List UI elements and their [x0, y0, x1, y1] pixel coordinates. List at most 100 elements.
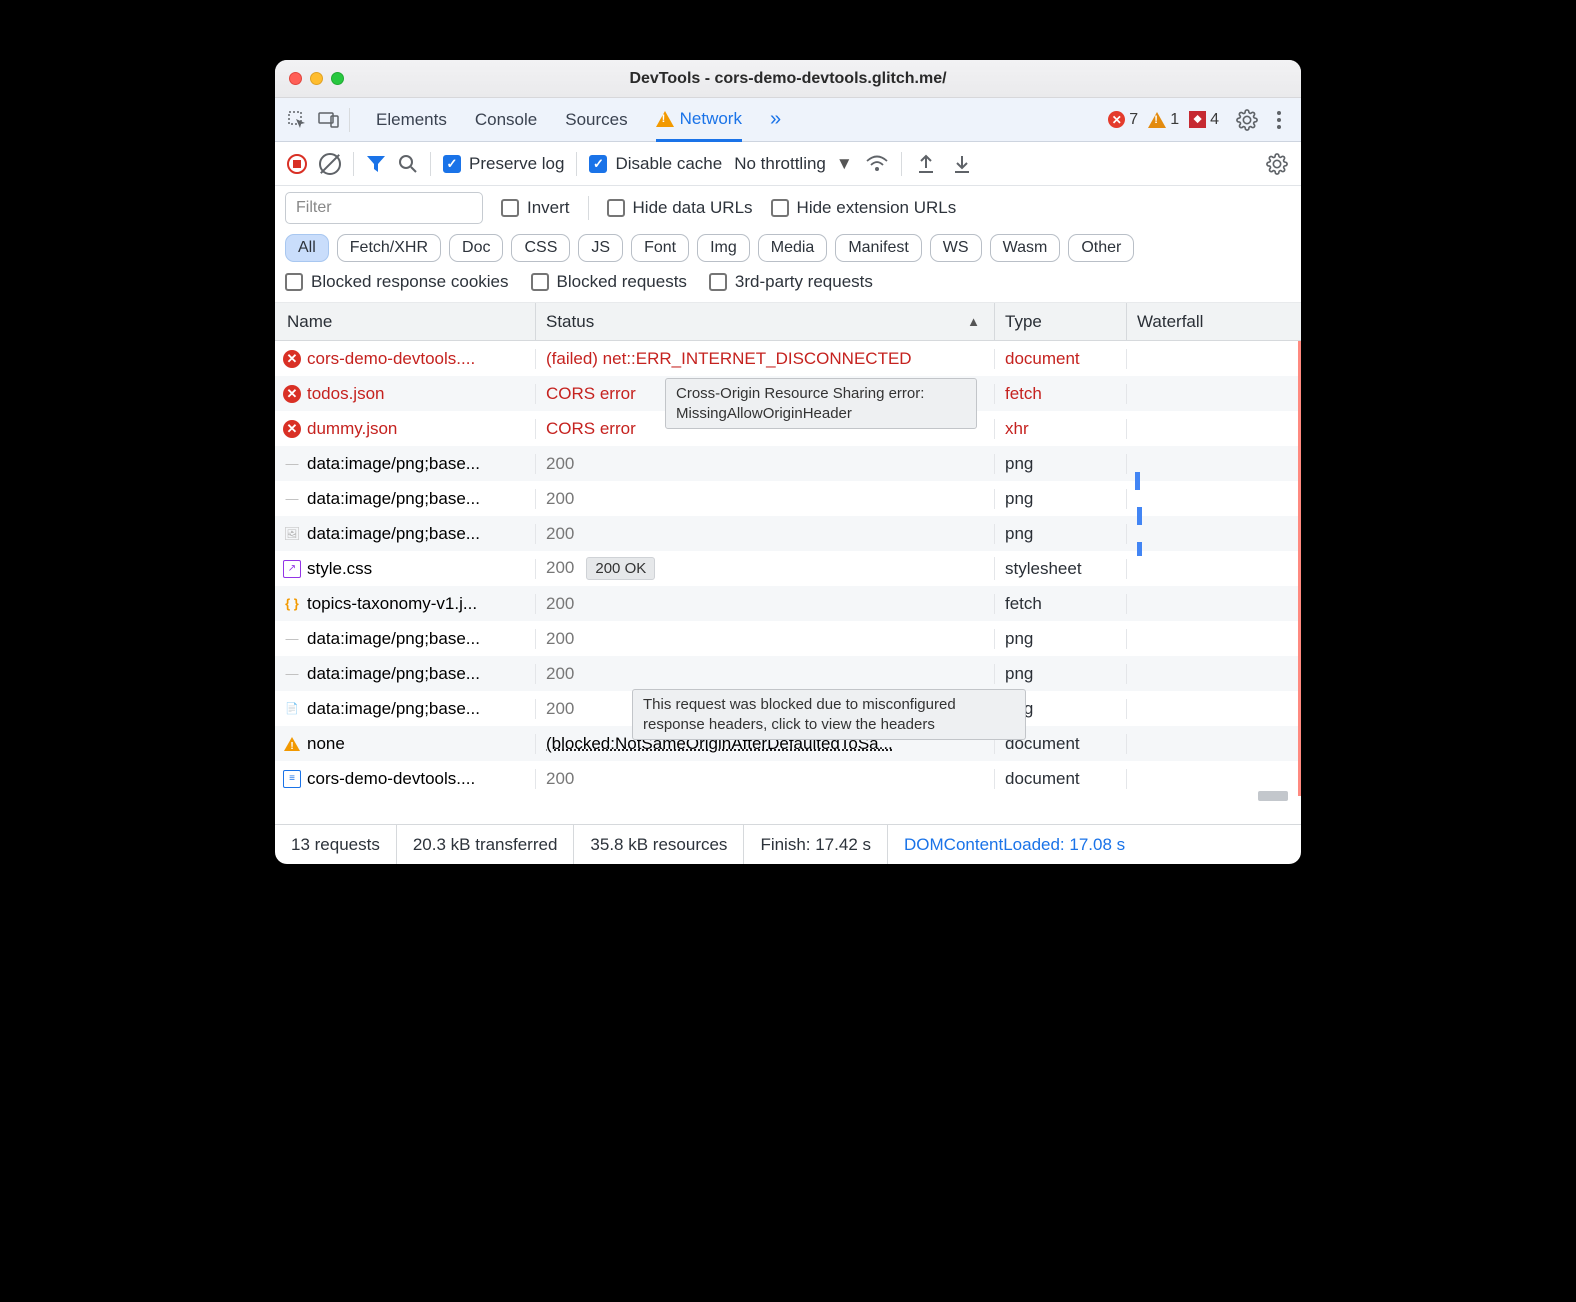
hide-data-urls-checkbox[interactable]: Hide data URLs	[607, 198, 753, 218]
request-name: style.css	[307, 559, 372, 579]
third-party-checkbox[interactable]: 3rd-party requests	[709, 272, 873, 292]
warnings-badge[interactable]: 1	[1148, 111, 1179, 129]
tab-elements[interactable]: Elements	[376, 98, 447, 141]
blocked-cookies-label: Blocked response cookies	[311, 272, 509, 292]
cell-name: ! none	[275, 734, 536, 754]
third-party-label: 3rd-party requests	[735, 272, 873, 292]
invert-checkbox[interactable]: Invert	[501, 198, 570, 218]
filter-icon[interactable]	[366, 155, 386, 173]
column-type[interactable]: Type	[995, 303, 1127, 340]
tab-sources[interactable]: Sources	[565, 98, 627, 141]
filter-pill-media[interactable]: Media	[758, 234, 828, 262]
filter-pill-ws[interactable]: WS	[930, 234, 982, 262]
table-row[interactable]: ≡cors-demo-devtools....200document	[275, 761, 1298, 796]
checkbox-icon	[501, 199, 519, 217]
preserve-log-checkbox[interactable]: ✓ Preserve log	[443, 154, 564, 174]
table-row[interactable]: ✕cors-demo-devtools....(failed) net::ERR…	[275, 341, 1298, 376]
divider	[430, 152, 431, 176]
search-icon[interactable]	[398, 154, 418, 174]
status-text: 200	[546, 594, 574, 613]
status-text: 200	[546, 664, 574, 683]
stylesheet-icon: ↗	[283, 560, 301, 578]
column-name[interactable]: Name	[275, 303, 536, 340]
status-text: 200	[546, 769, 574, 788]
cell-type: png	[995, 629, 1127, 649]
inspect-icon[interactable]	[285, 108, 309, 132]
blocked-cookies-checkbox[interactable]: Blocked response cookies	[285, 272, 509, 292]
cell-name: ✕todos.json	[275, 384, 536, 404]
filter-pill-all[interactable]: All	[285, 234, 329, 262]
disable-cache-checkbox[interactable]: ✓Disable cache	[589, 154, 722, 174]
blocked-requests-checkbox[interactable]: Blocked requests	[531, 272, 687, 292]
panel-tabs-row: Elements Console Sources Network » ✕7 1 …	[275, 98, 1301, 142]
hide-extension-urls-checkbox[interactable]: Hide extension URLs	[771, 198, 957, 218]
filter-pill-manifest[interactable]: Manifest	[835, 234, 921, 262]
chevron-down-icon: ▼	[836, 154, 853, 174]
table-row[interactable]: —data:image/png;base...200png	[275, 656, 1298, 691]
overflow-tabs-button[interactable]: »	[770, 98, 781, 141]
request-name: data:image/png;base...	[307, 664, 480, 684]
table-body: Cross-Origin Resource Sharing error: Mis…	[275, 341, 1301, 796]
panel-tabs: Elements Console Sources Network »	[376, 98, 781, 141]
divider	[588, 196, 589, 220]
preserve-log-label: Preserve log	[469, 154, 564, 174]
resources-size: 35.8 kB resources	[574, 825, 744, 864]
placeholder-icon: —	[283, 490, 301, 508]
titlebar: DevTools - cors-demo-devtools.glitch.me/	[275, 60, 1301, 98]
cell-type: xhr	[995, 419, 1127, 439]
checkbox-icon	[607, 199, 625, 217]
tab-console[interactable]: Console	[475, 98, 537, 141]
import-har-icon[interactable]	[914, 152, 938, 176]
cell-name: —data:image/png;base...	[275, 454, 536, 474]
column-status[interactable]: Status▲	[536, 303, 995, 340]
placeholder-icon: —	[283, 455, 301, 473]
errors-badge[interactable]: ✕7	[1108, 111, 1138, 129]
cell-status: 200	[536, 489, 995, 509]
waterfall-bar	[1135, 472, 1140, 490]
column-waterfall[interactable]: Waterfall	[1127, 303, 1301, 340]
filter-pill-fetchxhr[interactable]: Fetch/XHR	[337, 234, 441, 262]
cell-name: 📄data:image/png;base...	[275, 699, 536, 719]
filter-pill-doc[interactable]: Doc	[449, 234, 503, 262]
cell-type: document	[995, 769, 1127, 789]
filter-pill-js[interactable]: JS	[578, 234, 623, 262]
filter-pill-css[interactable]: CSS	[511, 234, 570, 262]
issues-badge[interactable]: ⬥4	[1189, 111, 1219, 129]
disable-cache-label: Disable cache	[615, 154, 722, 174]
table-row[interactable]: { }topics-taxonomy-v1.j...200fetch	[275, 586, 1298, 621]
more-icon[interactable]	[1267, 108, 1291, 132]
record-button[interactable]	[287, 154, 307, 174]
checkbox-checked-icon: ✓	[443, 155, 461, 173]
request-name: none	[307, 734, 345, 754]
table-row[interactable]: ↗style.css200200 OKstylesheet	[275, 551, 1298, 586]
export-har-icon[interactable]	[950, 152, 974, 176]
filter-pill-img[interactable]: Img	[697, 234, 750, 262]
transferred-size: 20.3 kB transferred	[397, 825, 575, 864]
clear-button[interactable]	[319, 153, 341, 175]
filter-pill-wasm[interactable]: Wasm	[990, 234, 1061, 262]
filter-pill-font[interactable]: Font	[631, 234, 689, 262]
throttling-select[interactable]: No throttling▼	[734, 154, 853, 174]
request-name: data:image/png;base...	[307, 524, 480, 544]
invert-label: Invert	[527, 198, 570, 218]
network-settings-icon[interactable]	[1265, 152, 1289, 176]
status-bar: 13 requests 20.3 kB transferred 35.8 kB …	[275, 824, 1301, 864]
table-row[interactable]: —data:image/png;base...200png	[275, 481, 1298, 516]
device-toolbar-icon[interactable]	[317, 108, 341, 132]
divider	[353, 152, 354, 176]
table-row[interactable]: —data:image/png;base...200png	[275, 621, 1298, 656]
filter-pill-other[interactable]: Other	[1068, 234, 1134, 262]
cell-type: fetch	[995, 384, 1127, 404]
table-row[interactable]: —data:image/png;base...200png	[275, 446, 1298, 481]
svg-text:!: !	[290, 741, 293, 751]
tab-network[interactable]: Network	[656, 99, 742, 142]
filter-input[interactable]	[285, 192, 483, 224]
cell-name: —data:image/png;base...	[275, 629, 536, 649]
cell-type: png	[995, 454, 1127, 474]
request-name: data:image/png;base...	[307, 629, 480, 649]
file-icon: 📄	[283, 700, 301, 718]
table-row[interactable]: 🖼data:image/png;base...200png	[275, 516, 1298, 551]
error-icon: ✕	[283, 350, 301, 368]
settings-icon[interactable]	[1235, 108, 1259, 132]
network-conditions-icon[interactable]	[865, 152, 889, 176]
